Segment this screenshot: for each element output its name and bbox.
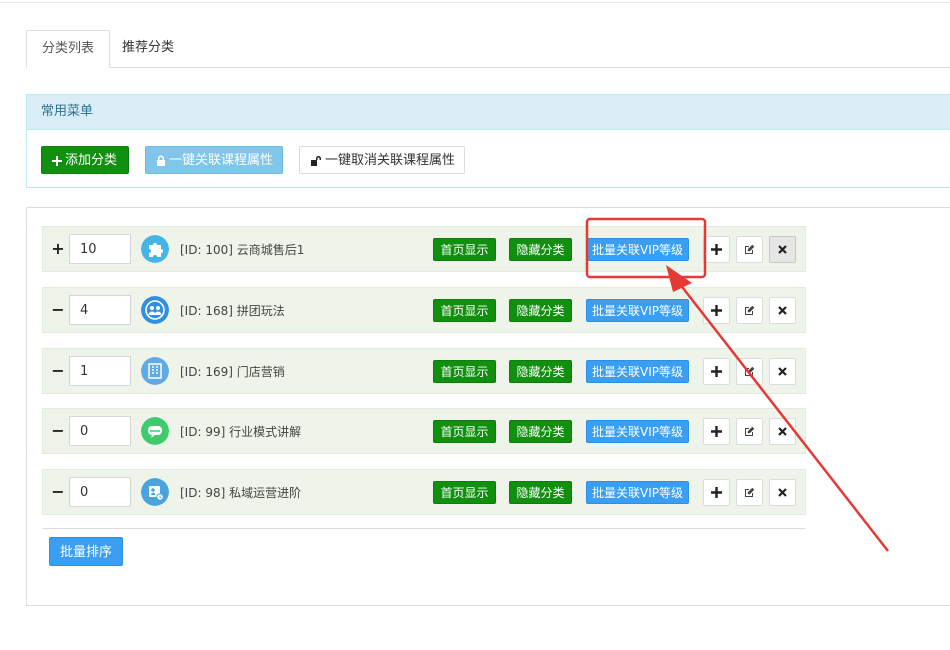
common-menu-title: 常用菜单 — [27, 95, 950, 130]
add-category-button[interactable]: 添加分类 — [41, 146, 129, 174]
tab-bar: 分类列表 推荐分类 — [26, 30, 950, 68]
unlock-icon — [311, 156, 321, 166]
category-row: − [ID: 169] 门店营销 首页显示 隐藏分类 批量关联VIP等级 — [42, 348, 806, 394]
lock-icon — [157, 155, 165, 166]
collapse-toggle[interactable]: − — [51, 362, 65, 380]
add-category-label: 添加分类 — [65, 153, 118, 168]
sort-order-input[interactable] — [69, 234, 131, 264]
top-border — [0, 0, 950, 3]
plus-icon — [711, 487, 722, 498]
delete-button[interactable] — [769, 479, 796, 506]
profile-icon — [141, 478, 169, 506]
chat-icon — [141, 417, 169, 445]
collapse-toggle[interactable]: − — [51, 422, 65, 440]
edit-icon — [745, 366, 755, 376]
category-label: [ID: 98] 私域运营进阶 — [180, 486, 302, 500]
edit-button[interactable] — [736, 236, 763, 263]
edit-button[interactable] — [736, 358, 763, 385]
unlink-course-attributes-button[interactable]: 一键取消关联课程属性 — [299, 146, 465, 174]
add-subcategory-button[interactable] — [703, 297, 730, 324]
hide-category-button[interactable]: 隐藏分类 — [509, 481, 572, 504]
delete-button[interactable] — [769, 358, 796, 385]
edit-button[interactable] — [736, 297, 763, 324]
close-icon — [778, 367, 787, 376]
collapse-toggle[interactable]: − — [51, 483, 65, 501]
collapse-toggle[interactable]: − — [51, 301, 65, 319]
close-icon — [778, 245, 787, 254]
batch-link-vip-button[interactable]: 批量关联VIP等级 — [586, 360, 689, 383]
edit-icon — [745, 426, 755, 436]
show-on-homepage-button[interactable]: 首页显示 — [433, 420, 496, 443]
show-on-homepage-button[interactable]: 首页显示 — [433, 299, 496, 322]
category-label: [ID: 99] 行业模式讲解 — [180, 425, 302, 439]
close-icon — [778, 488, 787, 497]
common-menu-panel: 常用菜单 添加分类 一键关联课程属性 一键取消关联课程属性 — [26, 94, 950, 188]
tab-recommended-category[interactable]: 推荐分类 — [107, 30, 189, 66]
add-subcategory-button[interactable] — [703, 358, 730, 385]
plus-icon — [711, 426, 722, 437]
plus-icon — [52, 156, 62, 166]
show-on-homepage-button[interactable]: 首页显示 — [433, 481, 496, 504]
edit-button[interactable] — [736, 479, 763, 506]
delete-button[interactable] — [769, 418, 796, 445]
category-list-panel: + [ID: 100] 云商城售后1 首页显示 隐藏分类 批量关联VIP等级 −… — [26, 207, 950, 606]
delete-button[interactable] — [769, 297, 796, 324]
batch-sort-button[interactable]: 批量排序 — [49, 537, 123, 566]
hide-category-button[interactable]: 隐藏分类 — [509, 238, 572, 261]
hide-category-button[interactable]: 隐藏分类 — [509, 420, 572, 443]
category-row: + [ID: 100] 云商城售后1 首页显示 隐藏分类 批量关联VIP等级 — [42, 226, 806, 272]
close-icon — [778, 306, 787, 315]
edit-icon — [745, 244, 755, 254]
category-label: [ID: 169] 门店营销 — [180, 365, 285, 379]
sort-order-input[interactable] — [69, 356, 131, 386]
edit-icon — [745, 487, 755, 497]
expand-toggle[interactable]: + — [51, 240, 65, 258]
batch-link-vip-button[interactable]: 批量关联VIP等级 — [586, 299, 689, 322]
batch-link-vip-button[interactable]: 批量关联VIP等级 — [586, 420, 689, 443]
sort-order-input[interactable] — [69, 477, 131, 507]
unlink-course-attributes-label: 一键取消关联课程属性 — [325, 153, 456, 168]
batch-link-vip-button[interactable]: 批量关联VIP等级 — [586, 481, 689, 504]
hide-category-button[interactable]: 隐藏分类 — [509, 299, 572, 322]
delete-button[interactable] — [769, 236, 796, 263]
puzzle-icon — [141, 235, 169, 263]
list-divider — [42, 528, 806, 529]
add-subcategory-button[interactable] — [703, 479, 730, 506]
plus-icon — [711, 244, 722, 255]
category-row: − [ID: 168] 拼团玩法 首页显示 隐藏分类 批量关联VIP等级 — [42, 287, 806, 333]
plus-icon — [711, 366, 722, 377]
link-course-attributes-label: 一键关联课程属性 — [169, 153, 274, 168]
group-icon — [141, 296, 169, 324]
hide-category-button[interactable]: 隐藏分类 — [509, 360, 572, 383]
category-row: − [ID: 98] 私域运营进阶 首页显示 隐藏分类 批量关联VIP等级 — [42, 469, 806, 515]
edit-button[interactable] — [736, 418, 763, 445]
sort-order-input[interactable] — [69, 295, 131, 325]
edit-icon — [745, 305, 755, 315]
show-on-homepage-button[interactable]: 首页显示 — [433, 360, 496, 383]
batch-link-vip-button[interactable]: 批量关联VIP等级 — [586, 238, 689, 261]
category-row: − [ID: 99] 行业模式讲解 首页显示 隐藏分类 批量关联VIP等级 — [42, 408, 806, 454]
sort-order-input[interactable] — [69, 416, 131, 446]
add-subcategory-button[interactable] — [703, 236, 730, 263]
show-on-homepage-button[interactable]: 首页显示 — [433, 238, 496, 261]
building-icon — [141, 357, 169, 385]
close-icon — [778, 427, 787, 436]
category-label: [ID: 168] 拼团玩法 — [180, 304, 285, 318]
plus-icon — [711, 305, 722, 316]
tab-category-list[interactable]: 分类列表 — [26, 30, 111, 68]
link-course-attributes-button[interactable]: 一键关联课程属性 — [145, 146, 283, 174]
category-label: [ID: 100] 云商城售后1 — [180, 243, 305, 257]
add-subcategory-button[interactable] — [703, 418, 730, 445]
